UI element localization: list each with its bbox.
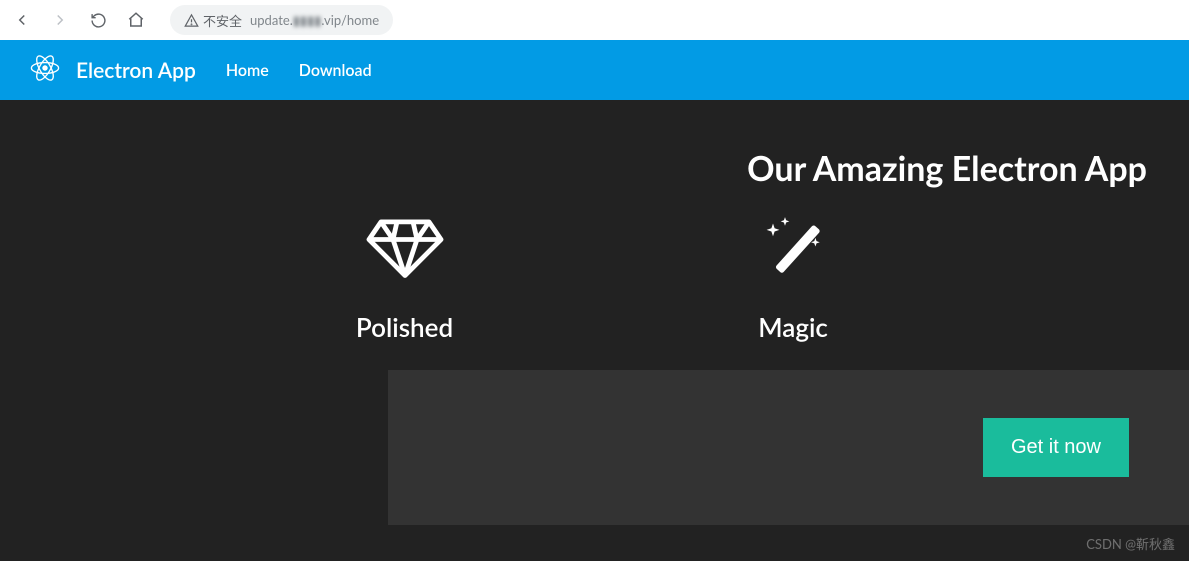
brand-label: Electron App	[76, 58, 196, 83]
site-header: Electron App Home Download	[0, 40, 1189, 100]
insecure-label: 不安全	[203, 11, 242, 30]
electron-icon	[28, 51, 62, 90]
url-text: update.▮▮▮▮.vip/home	[250, 12, 379, 29]
feature-magic: Magic	[753, 210, 833, 343]
nav-home[interactable]: Home	[226, 61, 269, 80]
hero-title: Our Amazing Electron App	[747, 148, 1147, 189]
feature-row: Polished Magic	[0, 210, 1189, 343]
magic-wand-icon	[753, 210, 833, 289]
feature-polished-label: Polished	[356, 311, 453, 343]
forward-button[interactable]	[50, 10, 70, 30]
back-button[interactable]	[12, 10, 32, 30]
feature-polished: Polished	[356, 210, 453, 343]
get-it-now-button[interactable]: Get it now	[983, 418, 1129, 477]
cta-panel: Get it now	[388, 370, 1189, 525]
address-bar[interactable]: 不安全 update.▮▮▮▮.vip/home	[170, 5, 393, 35]
watermark: CSDN @靳秋鑫	[1086, 534, 1175, 553]
diamond-icon	[365, 210, 445, 289]
nav-download[interactable]: Download	[299, 61, 372, 80]
reload-button[interactable]	[88, 10, 108, 30]
brand[interactable]: Electron App	[28, 51, 196, 90]
hero-section: Our Amazing Electron App Polished	[0, 100, 1189, 561]
insecure-badge: 不安全	[184, 11, 242, 30]
home-button[interactable]	[126, 10, 146, 30]
browser-toolbar: 不安全 update.▮▮▮▮.vip/home	[0, 0, 1189, 40]
feature-magic-label: Magic	[758, 311, 828, 343]
